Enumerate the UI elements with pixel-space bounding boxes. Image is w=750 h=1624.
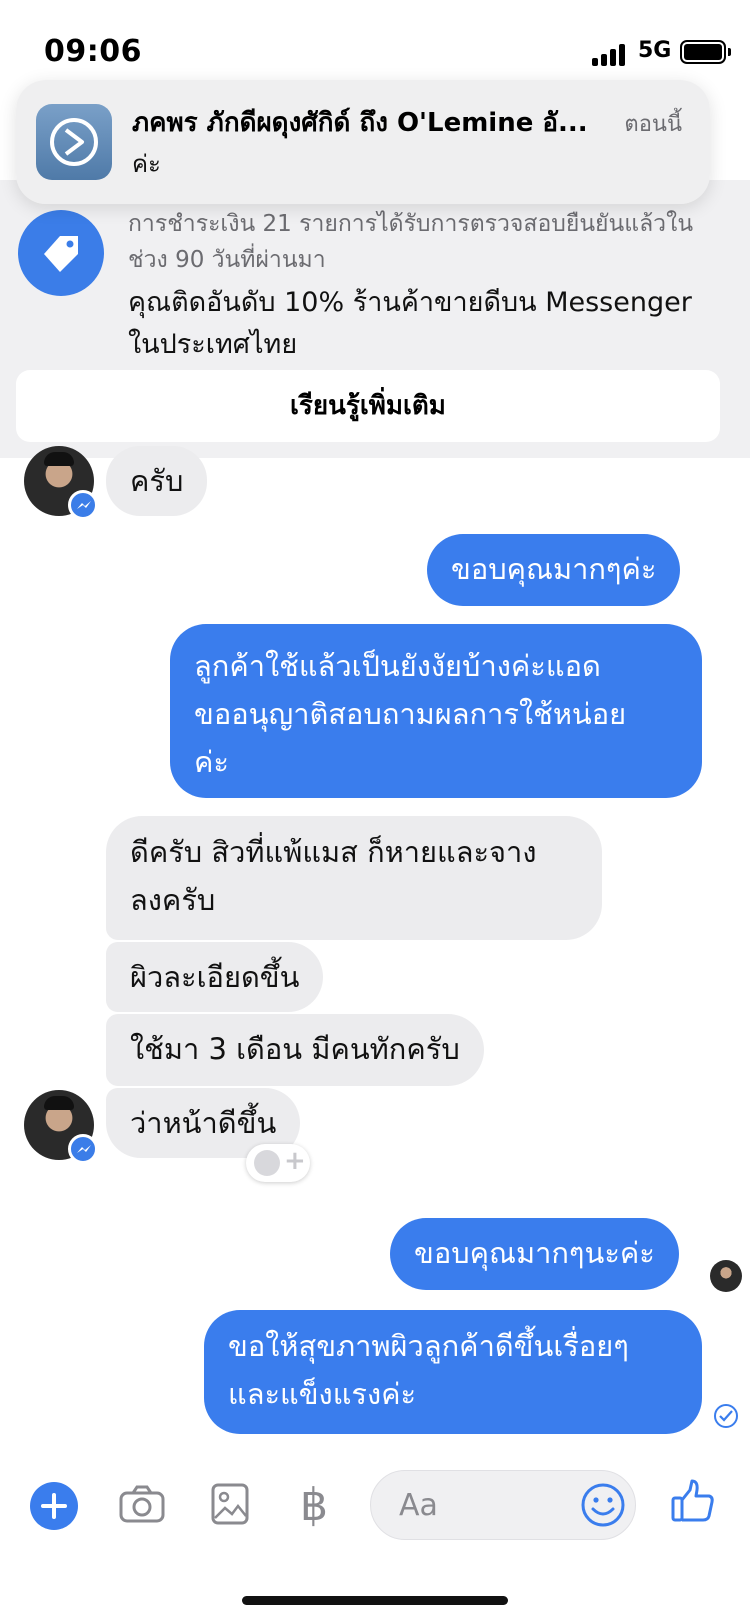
camera-icon[interactable] <box>118 1484 166 1528</box>
messenger-badge-icon <box>68 1134 98 1164</box>
notification-time: ตอนนี้ <box>624 112 682 137</box>
message-bubble[interactable]: ขอบคุณมากๆค่ะ <box>427 534 681 606</box>
notification-body: ค่ะ <box>132 150 161 178</box>
thumbs-up-icon[interactable] <box>670 1478 716 1528</box>
delivered-check-icon <box>714 1404 738 1428</box>
contact-avatar[interactable] <box>24 1090 98 1164</box>
message-bubble[interactable]: ใช้มา 3 เดือน มีคนทักครับ <box>106 1014 484 1086</box>
payment-baht-icon[interactable]: ฿ <box>300 1480 328 1531</box>
tag-icon <box>18 210 104 296</box>
emoji-icon[interactable] <box>580 1482 626 1532</box>
message-line: ดีครับ สิวที่แพ้แมส ก็หายและจาง <box>130 835 537 869</box>
message-line: ลูกค้าใช้แล้วเป็นยังงัยบ้างค่ะแอด <box>194 649 601 683</box>
contact-avatar[interactable] <box>24 446 98 520</box>
messenger-badge-icon <box>68 490 98 520</box>
seen-by-avatar <box>710 1260 742 1292</box>
home-indicator[interactable] <box>242 1596 508 1605</box>
more-actions-button[interactable] <box>30 1482 78 1530</box>
battery-icon <box>680 40 731 64</box>
message-input[interactable] <box>399 1485 569 1525</box>
add-reaction-button[interactable]: + <box>246 1144 310 1182</box>
message-line: และแข็งแรงค่ะ <box>228 1377 417 1411</box>
message-line: ลงครับ <box>130 883 216 917</box>
smiley-icon <box>254 1150 280 1176</box>
plus-icon: + <box>284 1146 306 1176</box>
learn-more-button[interactable]: เรียนรู้เพิ่มเติม <box>16 370 720 442</box>
message-line: ขอให้สุขภาพผิวลูกค้าดีขึ้นเรื่อยๆ <box>228 1329 629 1363</box>
status-time: 09:06 <box>44 34 142 69</box>
network-type: 5G <box>638 38 672 63</box>
push-notification[interactable]: ภคพร ภักดีผดุงศักิด์ ถึง O'Lemine อั... … <box>16 80 710 204</box>
business-suite-app-icon <box>36 104 112 180</box>
message-bubble[interactable]: ผิวละเอียดขึ้น <box>106 942 324 1012</box>
message-bubble[interactable]: ดีครับ สิวที่แพ้แมส ก็หายและจาง ลงครับ <box>106 816 602 940</box>
message-bubble[interactable]: ขอบคุณมากๆนะค่ะ <box>390 1218 679 1290</box>
message-bubble[interactable]: ขอให้สุขภาพผิวลูกค้าดีขึ้นเรื่อยๆ และแข็… <box>204 1310 702 1434</box>
message-bubble[interactable]: ครับ <box>106 446 208 516</box>
composer-bar <box>0 1460 750 1590</box>
seller-rank-text: คุณติดอันดับ 10% ร้านค้าขายดีบน Messenge… <box>128 287 692 360</box>
message-line: ขออนุญาติสอบถามผลการใช้หน่อย <box>194 697 627 731</box>
message-bubble[interactable]: ลูกค้าใช้แล้วเป็นยังงัยบ้างค่ะแอด ขออนุญ… <box>170 624 702 798</box>
signal-icon <box>592 42 626 66</box>
gallery-icon[interactable] <box>210 1482 250 1530</box>
notification-title: ภคพร ภักดีผดุงศักิด์ ถึง O'Lemine อั... <box>132 108 588 138</box>
message-line: ค่ะ <box>194 745 229 779</box>
verified-payments-text: การชำระเงิน 21 รายการได้รับการตรวจสอบยืน… <box>128 211 694 273</box>
